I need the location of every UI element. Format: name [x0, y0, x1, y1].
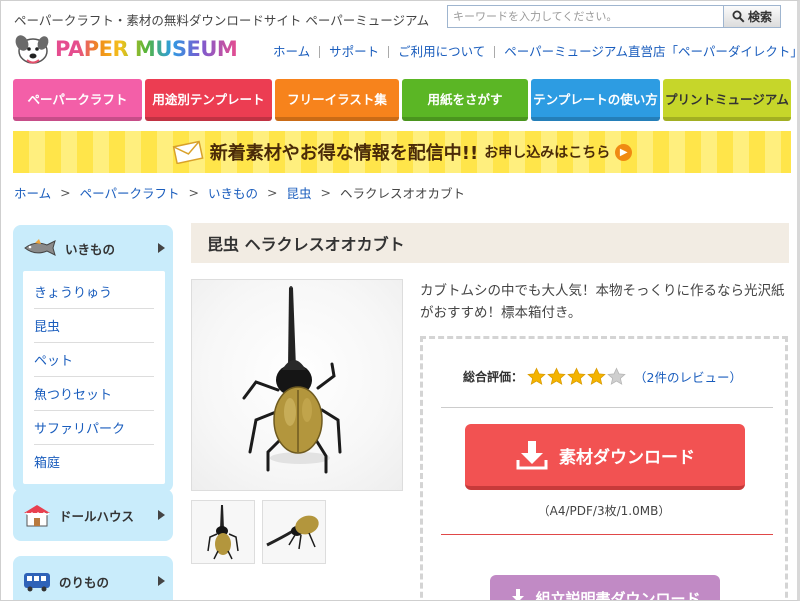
search-bar: 検索: [447, 5, 781, 28]
main-nav: ペーパークラフト 用途別テンプレート フリーイラスト集 用紙をさがす テンプレー…: [13, 79, 791, 121]
house-icon: [24, 505, 50, 527]
newsletter-banner[interactable]: 新着素材やお得な情報を配信中!! お申し込みはこちら ▶: [13, 131, 791, 173]
sidebar-label-dollhouse: ドールハウス: [59, 508, 135, 524]
star-empty-icon: [607, 367, 626, 385]
beetle-thumbnail-top: [207, 505, 239, 560]
divider: [441, 407, 773, 408]
star-filled-icon: [547, 367, 566, 385]
search-input[interactable]: [447, 5, 723, 28]
nav-print-museum[interactable]: プリントミュージアム: [663, 79, 791, 121]
sidebar-item-insects[interactable]: 昆虫: [34, 309, 154, 343]
breadcrumb: ホーム > ペーパークラフト > いきもの > 昆虫 > ヘラクレスオオカブト: [14, 183, 465, 202]
breadcrumb-separator: >: [188, 185, 199, 200]
star-filled-icon: [527, 367, 546, 385]
header-link-about[interactable]: ご利用について: [388, 45, 494, 58]
rating-stars: [527, 367, 626, 386]
site-logo[interactable]: PAPER MUSEUM: [13, 31, 238, 67]
sidebar-item-safari-park[interactable]: サファリパーク: [34, 411, 154, 445]
nav-templates[interactable]: 用途別テンプレート: [145, 79, 272, 121]
search-icon: [732, 10, 745, 23]
header-link-store[interactable]: ペーパーミュージアム直営店「ペーパーダイレクト」: [494, 45, 797, 58]
sidebar-label-vehicles: のりもの: [59, 574, 110, 590]
download-panel: 総合評価： （2件のレビュー） 素材ダウンロード （A4/PDF/3枚/1.0M…: [420, 336, 788, 601]
sidebar-item-fishing-set[interactable]: 魚つりセット: [34, 377, 154, 411]
sidebar-header-vehicles[interactable]: のりもの: [13, 556, 173, 600]
chevron-right-icon: [158, 243, 165, 253]
nav-illustrations[interactable]: フリーイラスト集: [275, 79, 399, 121]
chevron-right-icon: [158, 510, 165, 520]
rating-row: 総合評価： （2件のレビュー）: [463, 367, 742, 386]
download-file-info: （A4/PDF/3枚/1.0MB）: [537, 504, 671, 518]
download-icon: [516, 441, 548, 470]
page-title: 昆虫 ヘラクレスオオカブト: [191, 223, 789, 263]
download-material-button[interactable]: 素材ダウンロード: [465, 424, 745, 490]
fish-icon: [24, 239, 56, 256]
envelope-icon: [172, 140, 204, 164]
sidebar-section-vehicles[interactable]: のりもの: [13, 556, 173, 600]
breadcrumb-current: ヘラクレスオオカブト: [340, 186, 466, 201]
banner-sub-text: お申し込みはこちら: [484, 145, 611, 161]
breadcrumb-home[interactable]: ホーム: [14, 183, 51, 202]
header-link-support[interactable]: サポート: [319, 45, 388, 58]
breadcrumb-papercraft[interactable]: ペーパークラフト: [80, 183, 180, 202]
site-tagline: ペーパークラフト・素材の無料ダウンロードサイト ペーパーミュージアム: [14, 13, 430, 28]
nav-papercraft[interactable]: ペーパークラフト: [13, 79, 142, 121]
chevron-right-icon: [158, 576, 165, 586]
divider-red: [441, 534, 773, 535]
logo-text: PAPER MUSEUM: [55, 37, 238, 61]
bus-icon: [24, 573, 50, 592]
download-icon: [512, 589, 525, 600]
beetle-illustration: [242, 286, 342, 474]
nav-how-to[interactable]: テンプレートの使い方: [531, 79, 660, 121]
download-material-label: 素材ダウンロード: [559, 447, 695, 468]
star-filled-icon: [587, 367, 606, 385]
header-link-home[interactable]: ホーム: [266, 45, 319, 58]
sidebar-section-dollhouse[interactable]: ドールハウス: [13, 489, 173, 541]
product-thumbnail-1[interactable]: [191, 500, 255, 564]
search-button[interactable]: 検索: [723, 5, 781, 28]
logo-wordmark: PAPER MUSEUM: [55, 37, 238, 61]
product-description: カブトムシの中でも大人気！本物そっくりに作るなら光沢紙がおすすめ！標本箱付き。: [420, 283, 785, 321]
sidebar-item-miniature-garden[interactable]: 箱庭: [34, 445, 154, 478]
sidebar-section-creatures: いきもの きょうりゅう 昆虫 ペット 魚つりセット サファリパーク 箱庭: [13, 225, 173, 492]
breadcrumb-separator: >: [267, 185, 278, 200]
nav-paper-search[interactable]: 用紙をさがす: [402, 79, 528, 121]
breadcrumb-creatures[interactable]: いきもの: [208, 183, 258, 202]
dog-mascot-icon: [15, 35, 49, 64]
banner-main-text: 新着素材やお得な情報を配信中!!: [209, 143, 479, 164]
arrow-right-icon: ▶: [615, 143, 633, 161]
breadcrumb-insects[interactable]: 昆虫: [287, 183, 312, 202]
breadcrumb-separator: >: [320, 185, 331, 200]
star-filled-icon: [567, 367, 586, 385]
breadcrumb-separator: >: [60, 185, 71, 200]
sidebar-item-dinosaurs[interactable]: きょうりゅう: [34, 275, 154, 309]
sidebar-header-dollhouse[interactable]: ドールハウス: [13, 489, 173, 541]
beetle-thumbnail-side: [266, 515, 319, 550]
download-instructions-label: 組立説明書ダウンロード: [535, 590, 701, 601]
header-links: ホーム サポート ご利用について ペーパーミュージアム直営店「ペーパーダイレクト…: [266, 45, 797, 58]
reviews-link[interactable]: （2件のレビュー）: [634, 367, 742, 386]
sidebar-list-creatures: きょうりゅう 昆虫 ペット 魚つりセット サファリパーク 箱庭: [23, 271, 165, 484]
product-main-image[interactable]: [191, 279, 403, 491]
page-frame: ペーパークラフト・素材の無料ダウンロードサイト ペーパーミュージアム 検索 PA…: [0, 0, 800, 601]
sidebar-label-creatures: いきもの: [65, 241, 116, 257]
rating-label: 総合評価：: [463, 370, 524, 384]
sidebar-item-pets[interactable]: ペット: [34, 343, 154, 377]
sidebar-header-creatures[interactable]: いきもの: [13, 225, 173, 271]
search-button-label: 検索: [747, 10, 772, 24]
product-thumbnail-2[interactable]: [262, 500, 326, 564]
download-instructions-button[interactable]: 組立説明書ダウンロード: [490, 575, 720, 601]
